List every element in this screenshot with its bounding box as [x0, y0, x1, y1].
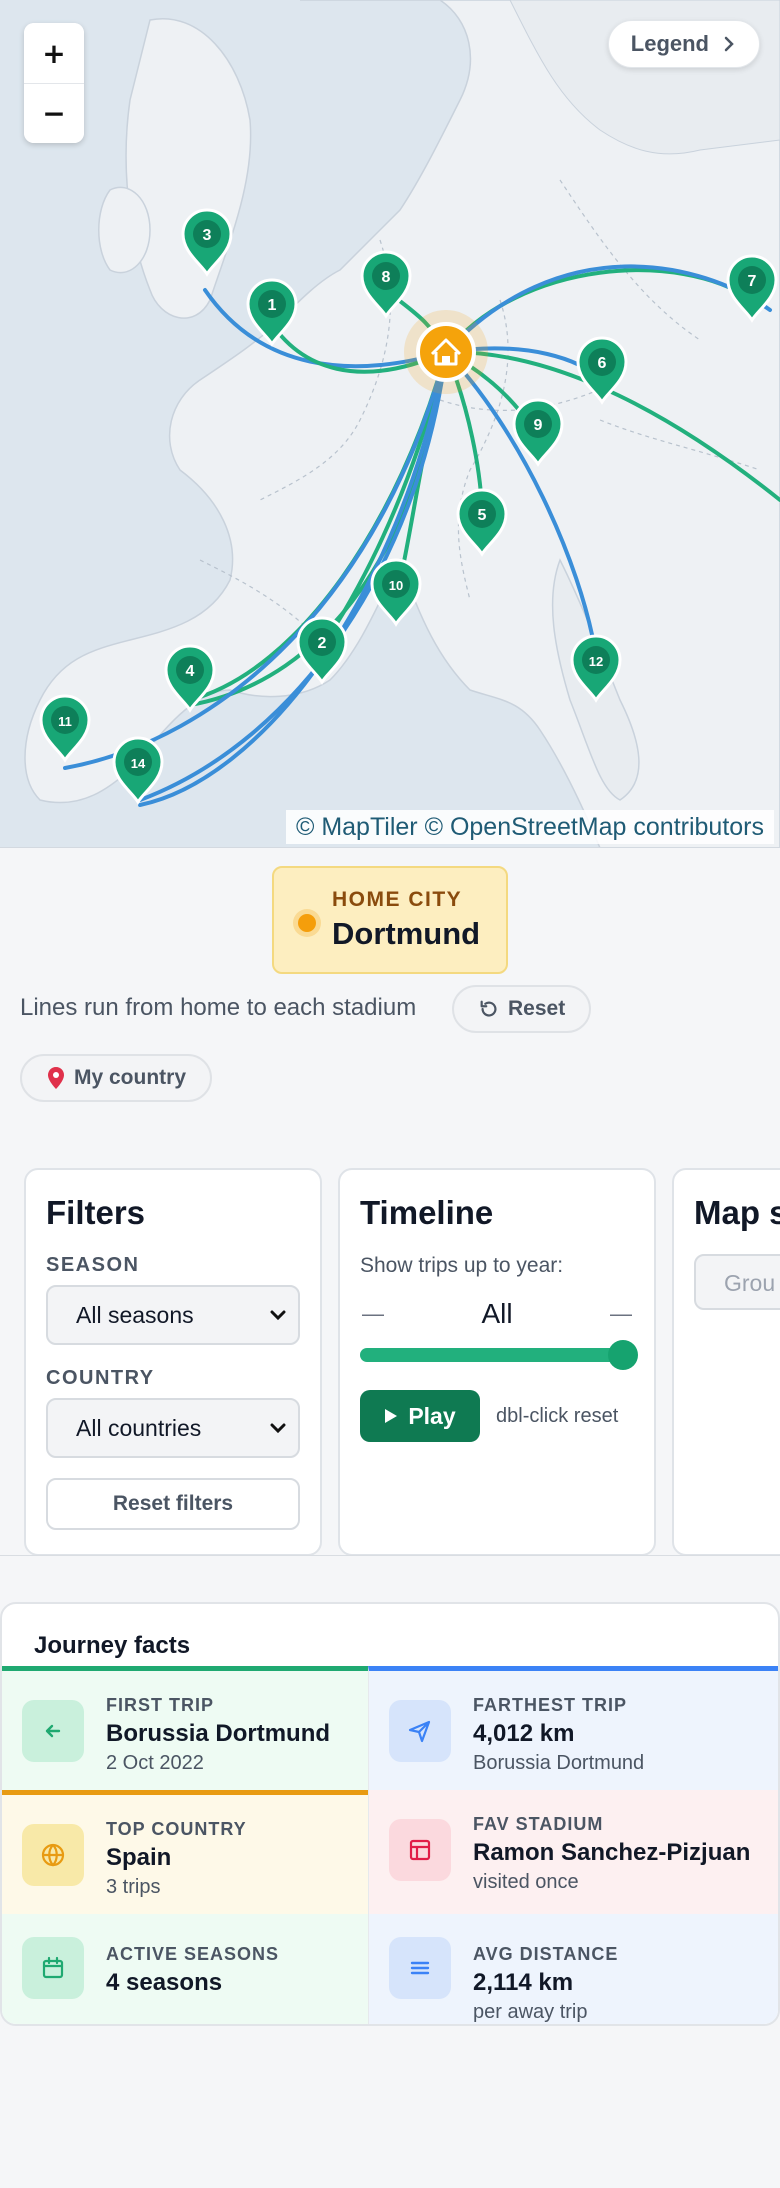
fact-sub: 2 Oct 2022 — [106, 1752, 204, 1774]
home-city-name: Dortmund — [332, 916, 481, 951]
country-value: All countries — [76, 1414, 202, 1441]
stadium-marker-label: 5 — [478, 507, 487, 524]
country-label: COUNTRY — [46, 1367, 155, 1389]
stadium-marker-label: 9 — [534, 417, 543, 434]
fact-value: Borussia Dortmund — [106, 1720, 331, 1747]
fact-label: FIRST TRIP — [106, 1695, 214, 1715]
fact-avg-distance: AVG DISTANCE 2,114 km per away trip — [368, 1914, 778, 2024]
fact-sub: 3 trips — [106, 1876, 161, 1898]
globe-icon — [22, 1824, 84, 1886]
stadium-marker-label: 11 — [58, 714, 72, 729]
play-icon — [385, 1409, 398, 1423]
stadium-marker-label: 6 — [598, 355, 607, 372]
legend-button[interactable]: Legend — [607, 20, 760, 68]
arrow-left-icon — [22, 1700, 84, 1762]
reset-label: Reset — [508, 997, 566, 1020]
play-button[interactable]: Play — [360, 1390, 480, 1442]
fact-label: FAV STADIUM — [473, 1814, 604, 1834]
fact-sub: visited once — [473, 1871, 579, 1893]
timeline-title: Timeline — [360, 1194, 494, 1231]
stadium-marker-label: 10 — [389, 578, 403, 593]
reset-view-button[interactable]: Reset — [452, 985, 592, 1033]
fact-value: Spain — [106, 1844, 172, 1871]
home-city-label: HOME CITY — [332, 888, 463, 911]
reset-icon — [480, 1000, 497, 1017]
journey-facts-title: Journey facts — [34, 1632, 191, 1659]
control-panels[interactable]: Filters SEASON All seasons COUNTRY All c… — [0, 1168, 780, 1556]
home-marker[interactable] — [404, 310, 488, 394]
reset-filters-button[interactable]: Reset filters — [46, 1478, 300, 1530]
chevron-right-icon — [724, 36, 734, 52]
filters-title: Filters — [46, 1194, 146, 1231]
fact-top-country: TOP COUNTRY Spain 3 trips — [2, 1790, 368, 1914]
fact-sub: per away trip — [473, 2001, 588, 2023]
route-map[interactable]: 1 2 3 4 5 6 7 8 9 10 11 12 14 + − Legend © MapTiler … — [0, 0, 780, 848]
play-label: Play — [408, 1402, 456, 1429]
home-dot-icon — [298, 914, 316, 932]
fact-active-seasons: ACTIVE SEASONS 4 seasons — [2, 1914, 368, 2024]
map-style-title: Map s — [694, 1194, 780, 1231]
send-icon — [389, 1700, 451, 1762]
fact-label: FARTHEST TRIP — [473, 1695, 628, 1715]
legend-label: Legend — [630, 31, 709, 56]
timeline-slider[interactable] — [360, 1340, 638, 1370]
my-country-label: My country — [74, 1066, 187, 1089]
menu-icon — [389, 1937, 451, 1999]
stadium-marker-label: 3 — [203, 227, 212, 244]
fact-value: 4 seasons — [106, 1969, 223, 1996]
map-attribution[interactable]: © MapTiler © OpenStreetMap contributors — [285, 810, 774, 844]
stadium-marker-label: 12 — [589, 654, 603, 669]
stadium-marker-label: 14 — [131, 756, 146, 771]
map-style-option[interactable]: Grou — [694, 1254, 780, 1310]
fact-label: AVG DISTANCE — [473, 1944, 619, 1964]
fact-first-trip: FIRST TRIP Borussia Dortmund 2 Oct 2022 — [2, 1666, 368, 1790]
season-select[interactable]: All seasons — [46, 1285, 300, 1345]
timeline-description: Show trips up to year: — [360, 1254, 564, 1277]
fact-value: 2,114 km — [473, 1969, 574, 1996]
my-country-button[interactable]: My country — [20, 1054, 213, 1102]
journey-facts: Journey facts FIRST TRIP Borussia Dortmun… — [0, 1602, 780, 2026]
fact-farthest-trip: FARTHEST TRIP 4,012 km Borussia Dortmund — [368, 1666, 778, 1790]
fact-sub: Borussia Dortmund — [473, 1752, 645, 1774]
fact-value: Ramon Sanchez-Pizjuan — [473, 1839, 751, 1866]
filters-panel: Filters SEASON All seasons COUNTRY All c… — [24, 1168, 322, 1555]
timeline-range: — All — — [360, 1298, 634, 1330]
timeline-min-label: — — [362, 1301, 384, 1326]
zoom-control: + − — [24, 23, 84, 143]
timeline-hint: dbl-click reset — [496, 1404, 619, 1427]
country-select[interactable]: All countries — [46, 1398, 300, 1458]
zoom-in-button[interactable]: + — [24, 23, 84, 83]
stadium-marker-label: 2 — [318, 635, 327, 652]
fact-fav-stadium: FAV STADIUM Ramon Sanchez-Pizjuan visited … — [368, 1790, 778, 1914]
fact-label: TOP COUNTRY — [106, 1819, 247, 1839]
stadium-marker-label: 7 — [748, 273, 757, 290]
stadium-marker-label: 8 — [382, 269, 391, 286]
pin-icon — [48, 1067, 64, 1089]
stadium-marker-label: 4 — [186, 663, 195, 680]
fact-value: 4,012 km — [473, 1720, 575, 1747]
map-canvas[interactable]: 12345678910111214 — [0, 0, 780, 848]
season-label: SEASON — [46, 1254, 140, 1276]
stadium-marker-label: 1 — [268, 297, 277, 314]
timeline-slider-handle[interactable] — [608, 1340, 638, 1370]
home-city-card: HOME CITY Dortmund — [272, 866, 508, 974]
chevron-down-icon — [270, 1310, 286, 1321]
timeline-value: All — [481, 1298, 513, 1329]
timeline-max-label: — — [610, 1301, 632, 1326]
lines-description: Lines run from home to each stadium — [20, 994, 417, 1021]
play-row: Play dbl-click reset — [360, 1390, 634, 1442]
map-style-panel: Map s Grou — [672, 1168, 780, 1555]
timeline-panel: Timeline Show trips up to year: — All — … — [338, 1168, 656, 1555]
calendar-icon — [22, 1937, 84, 1999]
stadium-icon — [389, 1819, 451, 1881]
season-value: All seasons — [76, 1301, 194, 1328]
fact-label: ACTIVE SEASONS — [106, 1944, 280, 1964]
zoom-out-button[interactable]: − — [24, 83, 84, 143]
chevron-down-icon — [270, 1423, 286, 1434]
